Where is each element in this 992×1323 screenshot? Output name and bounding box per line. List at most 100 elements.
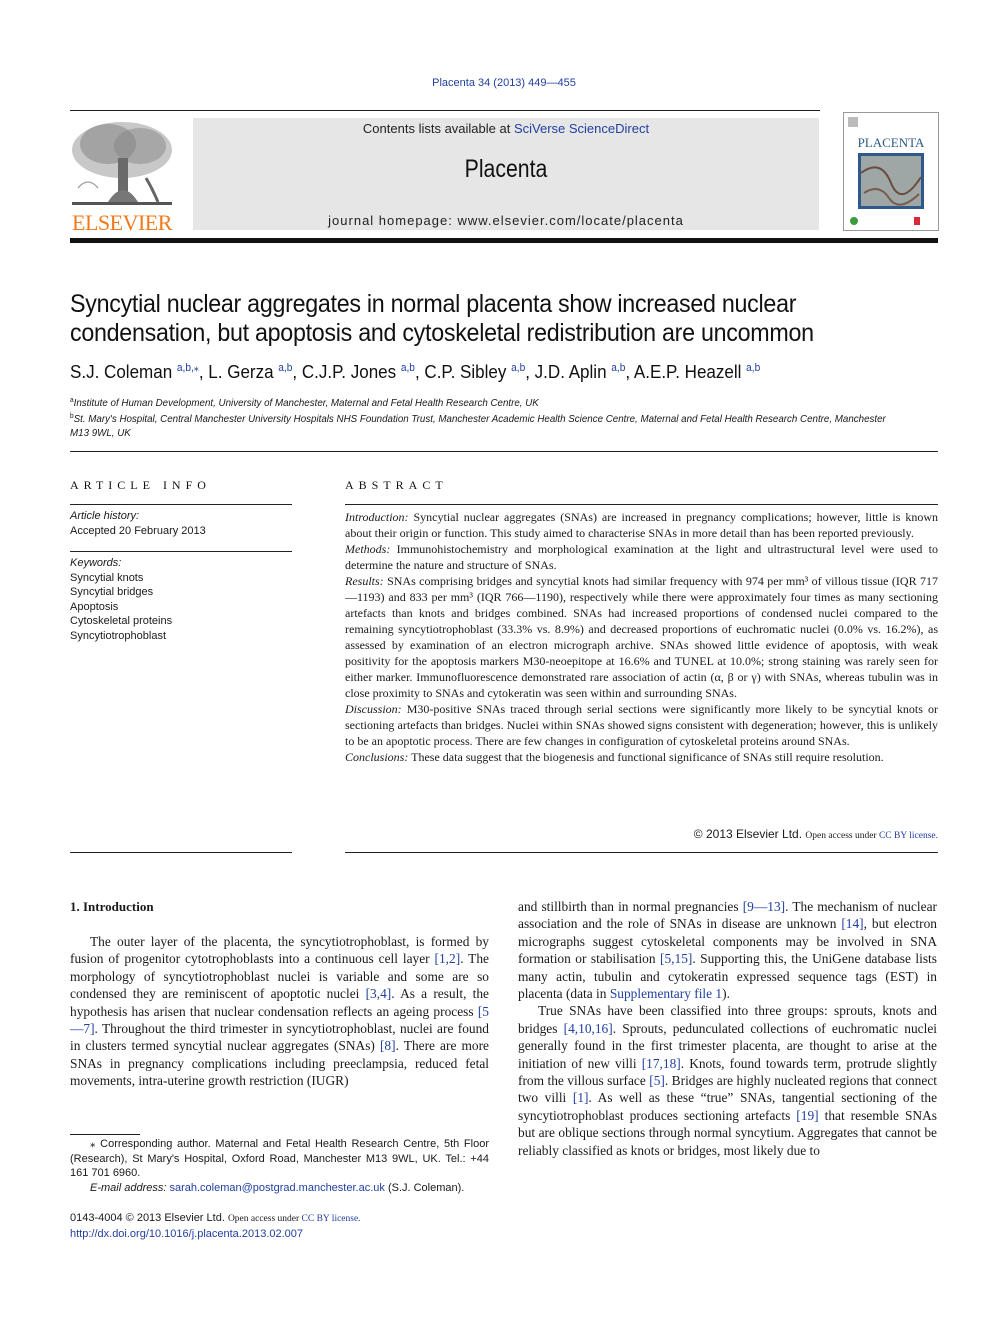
journal-citation[interactable]: Placenta 34 (2013) 449—455	[0, 77, 992, 89]
body-text: and stillbirth than in normal pregnancie…	[518, 899, 743, 914]
section-text: These data suggest that the biogenesis a…	[408, 750, 884, 764]
abstract-rule	[345, 852, 938, 853]
journal-cover-thumbnail[interactable]: PLACENTA	[843, 112, 939, 231]
contents-prefix: Contents lists available at	[362, 121, 514, 136]
body-text: The outer layer of the placenta, the syn…	[70, 934, 489, 967]
author-separator: ,	[198, 361, 209, 382]
issn-line: 0143-4004 © 2013 Elsevier Ltd. Open acce…	[70, 1211, 489, 1227]
page-footer: 0143-4004 © 2013 Elsevier Ltd. Open acce…	[70, 1211, 489, 1242]
abstract-heading: ABSTRACT	[345, 478, 448, 492]
corresponding-author-footnote: ⁎ Corresponding author. Maternal and Fet…	[70, 1137, 489, 1195]
abstract-introduction: Introduction: Syncytial nuclear aggregat…	[345, 509, 938, 541]
section-text: Syncytial nuclear aggregates (SNAs) are …	[345, 510, 938, 540]
header-thick-rule	[70, 238, 938, 243]
homepage-link[interactable]: www.elsevier.com/locate/placenta	[457, 213, 683, 228]
keyword: Syncytial knots	[70, 571, 144, 584]
author-affiliation-mark[interactable]: a,b	[746, 362, 760, 374]
body-text: ).	[722, 986, 730, 1002]
body-paragraph: and stillbirth than in normal pregnancie…	[518, 898, 937, 1002]
section-heading-introduction: 1. Introduction	[70, 899, 154, 914]
author-affiliation-mark[interactable]: a,b	[511, 362, 525, 374]
keyword: Cytoskeletal proteins	[70, 615, 173, 627]
citation-link[interactable]: [1,2]	[435, 951, 461, 966]
citation-link[interactable]: [19]	[796, 1108, 818, 1123]
section-text: SNAs comprising bridges and syncytial kn…	[345, 574, 938, 700]
citation-link[interactable]: [5,15]	[660, 951, 692, 966]
keyword: Apoptosis	[70, 600, 119, 613]
author-affiliation-mark[interactable]: a,b	[401, 362, 415, 374]
body-paragraph: The outer layer of the placenta, the syn…	[70, 933, 489, 1090]
article-info-rule	[70, 504, 292, 505]
affiliation-a: aInstitute of Human Development, Univers…	[70, 394, 888, 410]
article-info-rule	[70, 551, 292, 552]
author-name: C.P. Sibley	[424, 361, 512, 382]
journal-name: Placenta	[464, 155, 548, 183]
affiliation-text: Institute of Human Development, Universi…	[73, 397, 539, 409]
body-column-left: The outer layer of the placenta, the syn…	[70, 933, 489, 1090]
citation-link[interactable]: [1]	[573, 1090, 589, 1105]
section-label: Results:	[345, 574, 384, 588]
homepage-prefix: journal homepage:	[328, 213, 458, 228]
affiliation-text: St. Mary's Hospital, Central Manchester …	[70, 413, 886, 439]
history-label: Article history:	[70, 510, 140, 522]
author-name: A.E.P. Heazell	[633, 361, 747, 382]
issn-text: 0143-4004 © 2013 Elsevier Ltd.	[70, 1212, 228, 1224]
elsevier-wordmark: ELSEVIER	[72, 210, 172, 235]
citation-link[interactable]: [17,18]	[642, 1056, 681, 1071]
author-name: S.J. Coleman	[70, 361, 177, 382]
author-name: J.D. Aplin	[534, 361, 612, 382]
author-affiliation-mark[interactable]: a,b	[611, 362, 625, 374]
section-label: Discussion:	[345, 702, 402, 716]
keyword: Syncytiotrophoblast	[70, 629, 166, 642]
abstract-results: Results: SNAs comprising bridges and syn…	[345, 573, 938, 701]
contents-line: Contents lists available at SciVerse Sci…	[193, 121, 819, 136]
citation-link[interactable]: [5]	[649, 1073, 665, 1088]
author-separator: ,	[625, 361, 634, 382]
email-suffix: (S.J. Coleman).	[384, 1181, 465, 1194]
section-label: Introduction:	[345, 510, 409, 524]
author-affiliation-mark[interactable]: a,b,⁎	[177, 362, 199, 374]
abstract-conclusions: Conclusions: These data suggest that the…	[345, 749, 938, 765]
section-text: M30-positive SNAs traced through serial …	[345, 702, 938, 748]
sciencedirect-link[interactable]: SciVerse ScienceDirect	[514, 121, 649, 136]
cc-by-license-link[interactable]: CC BY license.	[879, 831, 938, 841]
author-name: L. Gerza	[208, 361, 279, 382]
article-history: Article history: Accepted 20 February 20…	[70, 509, 292, 538]
title-rule	[70, 451, 938, 452]
email-link[interactable]: sarah.coleman@postgrad.manchester.ac.uk	[169, 1182, 384, 1194]
citation-link[interactable]: [9—13]	[743, 899, 785, 914]
section-text: Immunohistochemistry and morphological e…	[345, 542, 938, 572]
doi-link[interactable]: http://dx.doi.org/10.1016/j.placenta.201…	[70, 1227, 489, 1242]
tree-icon	[72, 122, 172, 205]
article-title: Syncytial nuclear aggregates in normal p…	[70, 290, 814, 347]
open-access-text: Open access under	[227, 1214, 302, 1224]
email-line: E-mail address: sarah.coleman@postgrad.m…	[70, 1181, 489, 1196]
author-list: S.J. Coleman a,b,⁎, L. Gerza a,b, C.J.P.…	[70, 361, 880, 383]
citation-link[interactable]: [3,4]	[366, 986, 392, 1001]
citation-link[interactable]: Supplementary file 1	[610, 986, 722, 1001]
citation-link[interactable]: [14]	[841, 916, 863, 931]
citation-link[interactable]: [8]	[380, 1038, 396, 1053]
journal-homepage: journal homepage: www.elsevier.com/locat…	[193, 213, 819, 228]
body-paragraph: True SNAs have been classified into thre…	[518, 1002, 937, 1159]
author-separator: ,	[525, 361, 535, 382]
abstract-rule	[345, 504, 938, 505]
cover-image-icon: PLACENTA	[848, 117, 925, 225]
body-column-right: and stillbirth than in normal pregnancie…	[518, 898, 937, 1159]
corresponding-author-text: ⁎ Corresponding author. Maternal and Fet…	[70, 1138, 489, 1179]
abstract-body: Introduction: Syncytial nuclear aggregat…	[345, 509, 938, 765]
article-info-heading: ARTICLE INFO	[70, 478, 211, 492]
cc-by-license-link[interactable]: CC BY license.	[302, 1214, 361, 1224]
abstract-methods: Methods: Immunohistochemistry and morpho…	[345, 541, 938, 573]
open-access-text: Open access under	[805, 831, 879, 841]
email-label: E-mail address:	[90, 1181, 170, 1194]
author-separator: ,	[414, 361, 425, 382]
copyright-text: © 2013 Elsevier Ltd.	[693, 827, 806, 841]
abstract-copyright: © 2013 Elsevier Ltd. Open access under C…	[345, 827, 938, 841]
author-affiliation-mark[interactable]: a,b	[278, 362, 292, 374]
keywords-label: Keywords:	[70, 557, 122, 569]
citation-link[interactable]: [4,10,16]	[564, 1021, 613, 1036]
author-name: C.J.P. Jones	[301, 361, 401, 382]
accepted-date: Accepted 20 February 2013	[70, 524, 206, 537]
keywords: Keywords: Syncytial knots Syncytial brid…	[70, 556, 292, 643]
